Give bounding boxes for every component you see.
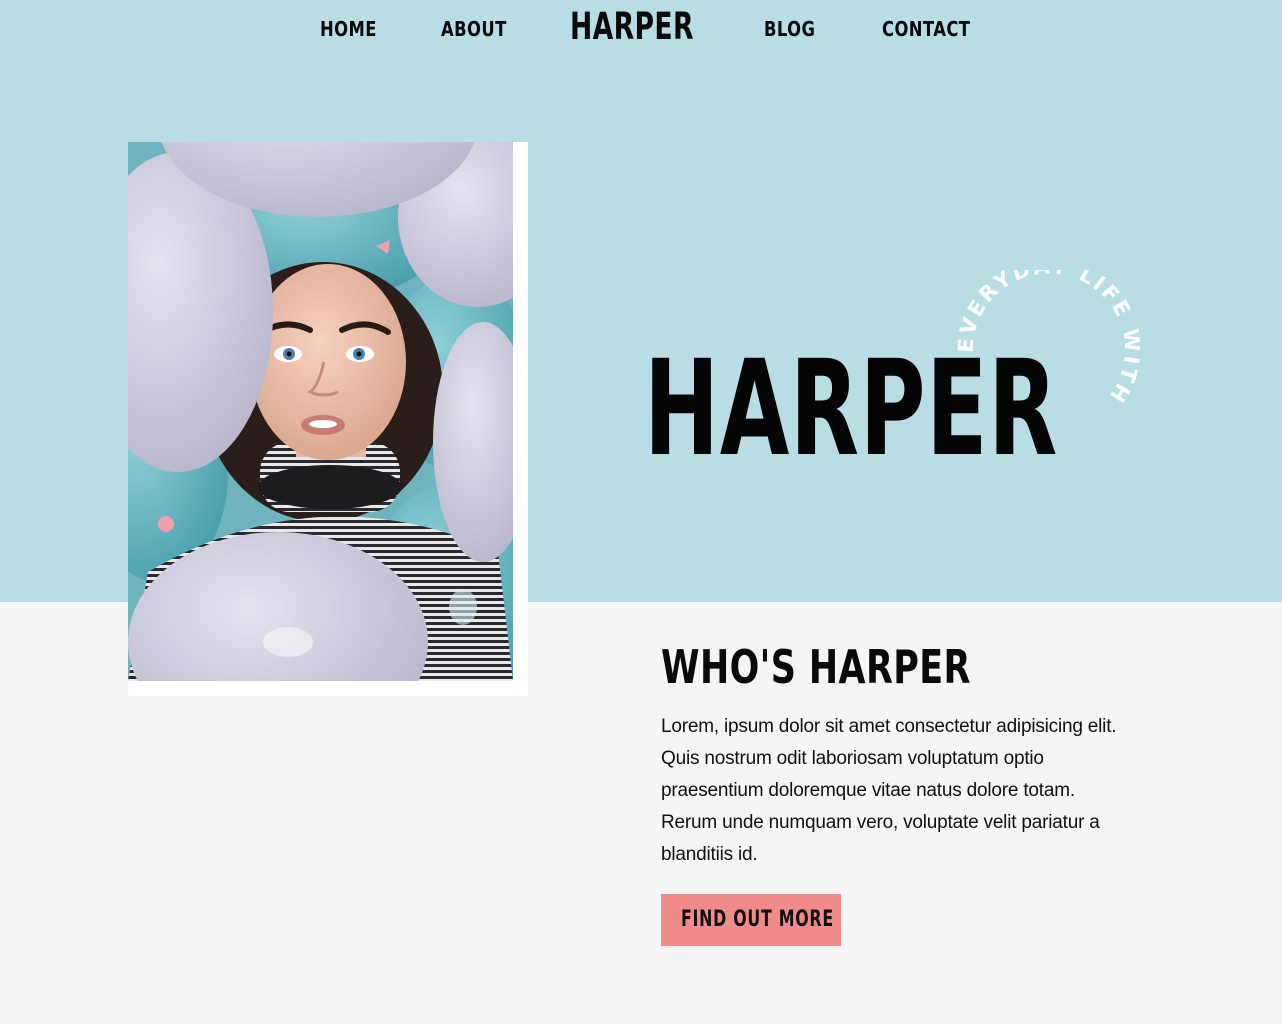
- hero-curved-tagline: EVERYDAY LIFE WITH: [954, 270, 1140, 409]
- nav-home-link[interactable]: HOME: [320, 17, 377, 41]
- portrait-illustration: [128, 142, 513, 681]
- find-out-more-label: FIND OUT MORE: [681, 907, 834, 932]
- svg-text:EVERYDAY LIFE WITH: EVERYDAY LIFE WITH: [954, 270, 1140, 409]
- hero-photo-frame: [128, 142, 528, 696]
- curved-tagline-text: EVERYDAY LIFE WITH: [954, 270, 1140, 409]
- nav-blog-link[interactable]: BLOG: [764, 17, 815, 41]
- brand-logo[interactable]: HARPER: [570, 5, 694, 48]
- nav-contact-link[interactable]: CONTACT: [882, 17, 970, 41]
- find-out-more-button[interactable]: FIND OUT MORE: [661, 894, 841, 946]
- nav-about-link[interactable]: ABOUT: [441, 17, 507, 41]
- hero-photo: [128, 142, 513, 681]
- main-nav: HOME ABOUT HARPER BLOG CONTACT: [0, 0, 1282, 62]
- about-body: Lorem, ipsum dolor sit amet consectetur …: [661, 716, 1117, 865]
- about-title: WHO'S HARPER: [661, 640, 971, 694]
